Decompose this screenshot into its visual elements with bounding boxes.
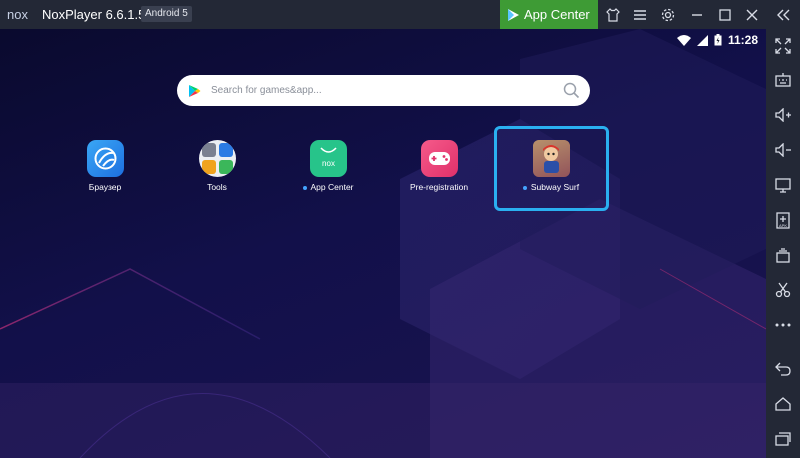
tools-folder-icon	[198, 140, 236, 177]
more-icon[interactable]	[774, 316, 792, 334]
apk-install-icon[interactable]: APK	[774, 211, 792, 229]
svg-text:nox: nox	[322, 159, 335, 168]
android-home-screen: 11:28 Search for games&app... Браузер To…	[0, 29, 766, 458]
search-bar[interactable]: Search for games&app...	[177, 75, 590, 106]
svg-text:APK: APK	[779, 223, 787, 228]
app-label: Subway Surf	[530, 182, 580, 192]
play-store-icon	[508, 8, 519, 21]
search-icon[interactable]	[563, 82, 580, 99]
play-store-icon	[189, 84, 201, 97]
settings-icon[interactable]	[659, 6, 677, 24]
app-app-center[interactable]: nox App Center	[273, 140, 383, 192]
back-icon[interactable]	[774, 360, 792, 378]
app-tools[interactable]: Tools	[162, 140, 272, 192]
volume-up-icon[interactable]	[774, 106, 792, 124]
app-label: Tools	[207, 182, 227, 192]
search-placeholder: Search for games&app...	[211, 85, 322, 96]
app-center-label: App Center	[524, 7, 590, 22]
browser-icon	[86, 140, 124, 177]
app-subway-surf[interactable]: Subway Surf	[496, 140, 606, 192]
keyboard-icon[interactable]	[774, 71, 792, 89]
app-label: App Center	[310, 182, 354, 192]
recent-apps-icon[interactable]	[774, 430, 792, 448]
minimize-icon[interactable]	[688, 6, 706, 24]
signal-icon	[696, 34, 708, 46]
clock: 11:28	[727, 33, 758, 47]
collapse-sidebar-icon[interactable]	[774, 6, 792, 24]
new-indicator-dot	[522, 185, 527, 190]
dock-area	[0, 383, 766, 458]
app-label: Pre-registration	[409, 182, 469, 192]
battery-icon	[714, 34, 722, 46]
menu-icon[interactable]	[631, 6, 649, 24]
right-sidebar: APK	[766, 29, 800, 458]
status-bar: 11:28	[676, 33, 758, 47]
multi-instance-icon[interactable]	[774, 246, 792, 264]
volume-down-icon[interactable]	[774, 141, 792, 159]
home-icon[interactable]	[774, 395, 792, 413]
subway-surf-icon	[532, 140, 570, 177]
app-browser[interactable]: Браузер	[50, 140, 160, 192]
android-version-badge: Android 5	[141, 6, 192, 22]
theme-icon[interactable]	[604, 6, 622, 24]
svg-text:nox: nox	[7, 7, 28, 22]
title-bar: nox NoxPlayer 6.6.1.5 Android 5 App Cent…	[0, 0, 800, 29]
fullscreen-icon[interactable]	[774, 37, 792, 55]
app-pre-registration[interactable]: Pre-registration	[384, 140, 494, 192]
new-indicator-dot	[302, 185, 307, 190]
pre-registration-icon	[420, 140, 458, 177]
app-label: Браузер	[88, 182, 122, 192]
nox-logo: nox	[7, 7, 28, 22]
app-center-button[interactable]: App Center	[500, 0, 598, 29]
screen-icon[interactable]	[774, 176, 792, 194]
app-title: NoxPlayer 6.6.1.5	[42, 7, 146, 22]
maximize-icon[interactable]	[716, 6, 734, 24]
screenshot-icon[interactable]	[774, 281, 792, 299]
wifi-icon	[676, 34, 691, 46]
app-center-icon: nox	[309, 140, 347, 177]
close-icon[interactable]	[743, 6, 761, 24]
